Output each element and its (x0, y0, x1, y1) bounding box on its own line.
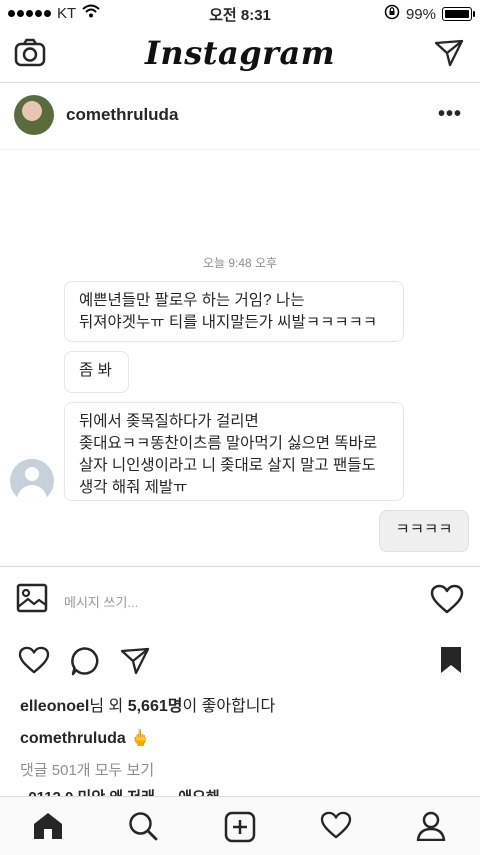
share-icon[interactable] (120, 646, 150, 681)
partial-comment: _0112.0 미안 왜 저래 — 애요해 — (20, 786, 460, 796)
chat-timestamp: 오늘 9:48 오후 (202, 256, 278, 270)
avatar[interactable] (14, 95, 54, 135)
likes-user[interactable]: elleonoel (20, 698, 89, 715)
bookmark-icon[interactable] (440, 646, 462, 679)
chat-profile-row: comethruluda ••• (0, 83, 480, 150)
search-icon[interactable] (128, 811, 158, 846)
heart-icon[interactable] (430, 584, 464, 619)
view-all-comments[interactable]: 댓글 501개 모두 보기 (20, 759, 154, 780)
likes-line: elleonoel님 외 5,661명이 좋아합니다 (20, 692, 275, 716)
image-icon[interactable] (16, 583, 48, 618)
top-nav: Instagram (0, 26, 480, 83)
caption-emoji: 🖕 (130, 730, 151, 747)
home-icon[interactable] (32, 811, 64, 846)
profile-username[interactable]: comethruluda (66, 105, 178, 125)
message-bubble: 뒤에서 좆목질하다가 걸리면 좆대요ㅋㅋ똥찬이츠름 말아먹기 싫으면 똑바로 살… (64, 402, 404, 501)
message-input-bar: 메시지 쓰기... (0, 566, 480, 631)
message-bubble: 예쁜년들만 팔로우 하는 거임? 나는 뒤져야겟누ㅠ 티를 내지말든가 씨발ㅋㅋ… (64, 281, 404, 342)
battery-percent: 99% (405, 5, 436, 23)
likes-suffix: 이 좋아합니다 (182, 698, 276, 715)
comment-icon[interactable] (70, 646, 100, 681)
activity-icon[interactable] (320, 811, 352, 844)
my-message-bubble: ㅋㅋㅋㅋ (379, 510, 469, 552)
tab-bar (0, 796, 480, 855)
like-heart-icon[interactable] (18, 646, 50, 679)
likes-count[interactable]: 5,661명 (128, 698, 183, 715)
likes-mid: 님 외 (89, 698, 128, 715)
caption-username[interactable]: comethruluda (20, 730, 126, 747)
profile-icon[interactable] (416, 811, 446, 846)
message-input[interactable]: 메시지 쓰기... (64, 592, 138, 611)
app-logo: Instagram (144, 34, 336, 72)
post-actions (0, 644, 480, 680)
add-icon[interactable] (224, 811, 256, 848)
status-right: 99% (384, 4, 475, 24)
battery-icon (442, 7, 475, 21)
caption: comethruluda 🖕 (20, 728, 150, 748)
rotation-lock-icon (384, 4, 400, 24)
direct-send-icon[interactable] (434, 38, 464, 73)
more-icon[interactable]: ••• (438, 103, 462, 126)
status-bar: KT 오전 8:31 99% (0, 0, 480, 26)
sender-avatar-icon[interactable] (10, 459, 54, 503)
message-bubble: 좀 봐 (64, 351, 129, 393)
